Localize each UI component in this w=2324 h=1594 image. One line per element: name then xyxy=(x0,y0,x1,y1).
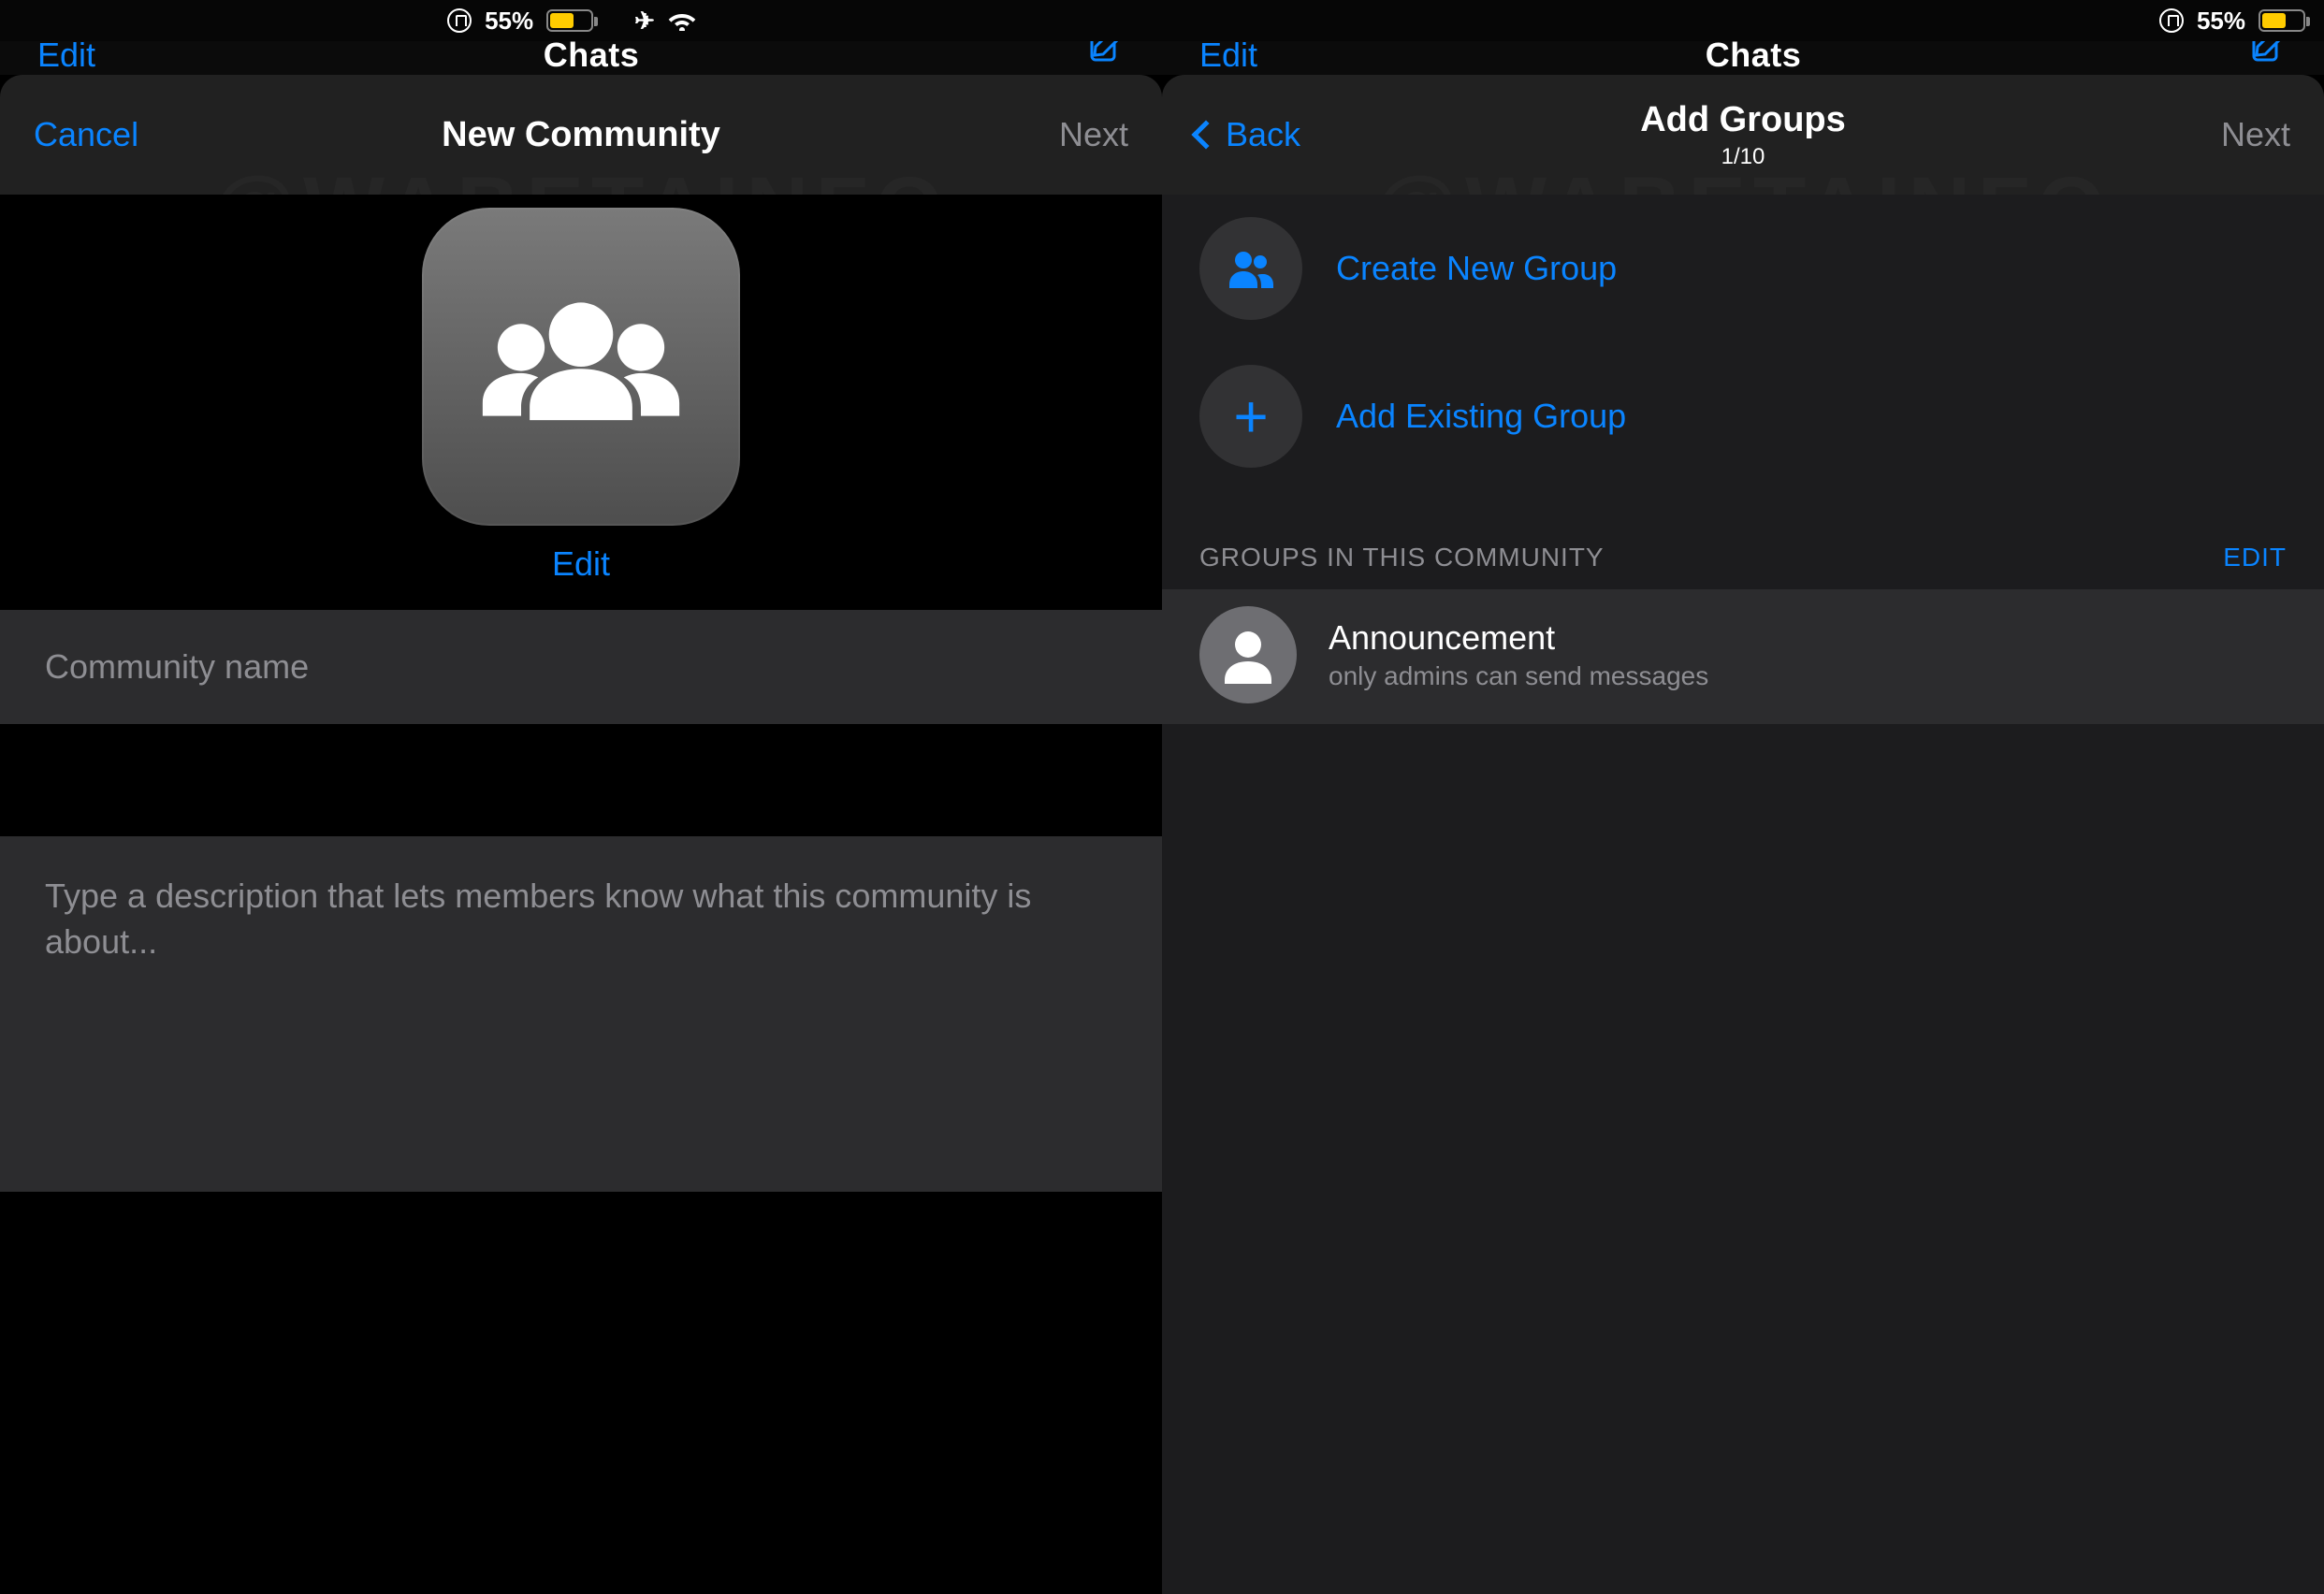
rotation-lock-icon xyxy=(447,8,472,33)
spacer xyxy=(0,724,1162,836)
avatar-icon xyxy=(1199,606,1297,703)
add-existing-group-label: Add Existing Group xyxy=(1336,397,1626,436)
back-button[interactable]: Back xyxy=(1196,115,1327,154)
group-title: Announcement xyxy=(1329,618,1708,658)
chats-edit-button[interactable]: Edit xyxy=(1199,41,1257,75)
sheet-title: New Community xyxy=(442,115,720,155)
left-pane: @WABETAINFO @WABETAINFO 55% ✈ Edit Chats… xyxy=(0,0,1162,1594)
groups-section-header: GROUPS IN THIS COMMUNITY EDIT xyxy=(1162,490,2324,589)
battery-icon xyxy=(2259,9,2305,32)
status-bar: 55% xyxy=(1162,0,2324,41)
rotation-lock-icon xyxy=(2159,8,2184,33)
wifi-icon xyxy=(668,10,696,31)
community-name-row[interactable] xyxy=(0,610,1162,724)
battery-percent: 55% xyxy=(485,7,533,36)
status-bar: 55% ✈ xyxy=(0,0,1162,41)
community-name-input[interactable] xyxy=(45,647,1117,687)
next-button[interactable]: Next xyxy=(2159,115,2290,154)
back-label: Back xyxy=(1226,115,1300,154)
compose-icon[interactable] xyxy=(1087,41,1125,75)
plus-icon: + xyxy=(1199,365,1302,468)
underlying-chats-header: Edit Chats xyxy=(0,41,1162,75)
create-new-group-label: Create New Group xyxy=(1336,249,1617,288)
next-button[interactable]: Next xyxy=(997,115,1128,154)
group-subtitle: only admins can send messages xyxy=(1329,661,1708,691)
chats-title: Chats xyxy=(544,41,640,75)
community-photo-placeholder[interactable] xyxy=(422,208,740,526)
chevron-left-icon xyxy=(1191,120,1220,149)
chats-edit-button[interactable]: Edit xyxy=(37,41,95,75)
battery-icon xyxy=(546,9,593,32)
people-group-icon xyxy=(473,292,689,442)
sheet-title: Add Groups xyxy=(1640,100,1846,140)
underlying-chats-header: Edit Chats xyxy=(1162,41,2324,75)
community-description-input[interactable] xyxy=(45,874,1117,1154)
add-existing-group-row[interactable]: + Add Existing Group xyxy=(1162,342,2324,490)
new-community-navbar: Cancel New Community Next xyxy=(0,75,1162,195)
compose-icon[interactable] xyxy=(2249,41,2287,75)
edit-photo-button[interactable]: Edit xyxy=(0,544,1162,584)
add-groups-navbar: Back Add Groups 1/10 Next xyxy=(1162,75,2324,195)
cancel-button[interactable]: Cancel xyxy=(34,115,165,154)
battery-percent: 55% xyxy=(2197,7,2245,36)
group-row-announcement[interactable]: Announcement only admins can send messag… xyxy=(1162,589,2324,724)
create-new-group-row[interactable]: Create New Group xyxy=(1162,195,2324,342)
chats-title: Chats xyxy=(1706,41,1802,75)
community-photo-section: Edit xyxy=(0,195,1162,610)
groups-section-title: GROUPS IN THIS COMMUNITY xyxy=(1199,543,1605,572)
right-pane: @WABETAINFO @WABETAINFO 55% Edit Chats B… xyxy=(1162,0,2324,1594)
people-icon xyxy=(1199,217,1302,320)
airplane-mode-icon: ✈ xyxy=(634,7,655,36)
group-counter: 1/10 xyxy=(1640,144,1846,170)
community-description-row[interactable] xyxy=(0,836,1162,1192)
groups-section-edit-button[interactable]: EDIT xyxy=(2223,543,2287,572)
